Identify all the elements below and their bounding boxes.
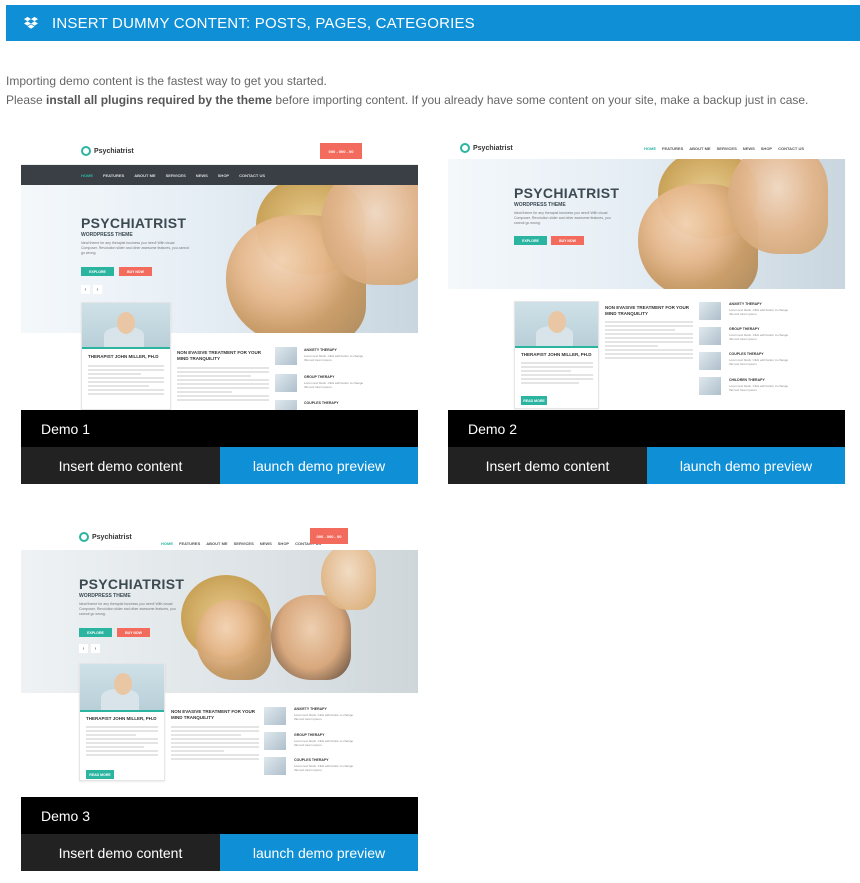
site-nav: HOME FEATURES ABOUT ME SERVICES NEWS SHO… [21, 165, 418, 185]
demo-screenshot-1[interactable]: Psychiatrist 000 - 000 - 00 HOME FEATURE… [21, 137, 418, 410]
insert-demo-1-button[interactable]: Insert demo content [21, 447, 220, 484]
intro-text: Importing demo content is the fastest wa… [6, 72, 808, 110]
intro-suffix: before importing content. If you already… [272, 93, 809, 107]
dropbox-icon [24, 16, 38, 29]
intro-bold: install all plugins required by the them… [46, 93, 273, 107]
demo-screenshot-2[interactable]: Psychiatrist HOME FEATURES ABOUT ME SERV… [448, 137, 845, 410]
intro-line-1: Importing demo content is the fastest wa… [6, 74, 327, 88]
intro-prefix: Please [6, 93, 47, 107]
demo-label-1: Demo 1 [21, 410, 418, 447]
site-profile-card: THERAPIST JOHN MILLER, PH.D READ MORE [514, 301, 599, 409]
site-logo: Psychiatrist [81, 146, 134, 156]
launch-preview-3-button[interactable]: launch demo preview [220, 834, 418, 871]
site-logo: Psychiatrist [79, 532, 132, 542]
site-profile-card: THERAPIST JOHN MILLER, PH.D READ MORE [79, 663, 165, 781]
launch-preview-2-button[interactable]: launch demo preview [647, 447, 845, 484]
site-nav: HOME FEATURES ABOUT ME SERVICES NEWS SHO… [161, 541, 322, 546]
demo-screenshot-3[interactable]: Psychiatrist HOME FEATURES ABOUT ME SERV… [21, 524, 418, 797]
site-logo: Psychiatrist [460, 143, 513, 153]
demo-card-1: Psychiatrist 000 - 000 - 00 HOME FEATURE… [21, 137, 418, 484]
site-hero: PSYCHIATRIST WORDPRESS THEME Ideal theme… [448, 159, 845, 289]
intro-line-2: Please install all plugins required by t… [6, 91, 808, 110]
site-phone-box: 000 - 000 - 00 [310, 528, 348, 544]
site-nav: HOME FEATURES ABOUT ME SERVICES NEWS SHO… [644, 146, 805, 151]
demo-label-3: Demo 3 [21, 797, 418, 834]
demo-card-3: Psychiatrist HOME FEATURES ABOUT ME SERV… [21, 524, 418, 871]
demo-label-2: Demo 2 [448, 410, 845, 447]
demo-card-2: Psychiatrist HOME FEATURES ABOUT ME SERV… [448, 137, 845, 484]
site-phone-box: 000 - 000 - 00 [320, 143, 362, 159]
site-profile-card: THERAPIST JOHN MILLER, PH.D [81, 302, 171, 410]
insert-demo-2-button[interactable]: Insert demo content [448, 447, 647, 484]
section-header: INSERT DUMMY CONTENT: POSTS, PAGES, CATE… [6, 5, 860, 41]
insert-demo-3-button[interactable]: Insert demo content [21, 834, 220, 871]
section-title: INSERT DUMMY CONTENT: POSTS, PAGES, CATE… [52, 14, 475, 32]
launch-preview-1-button[interactable]: launch demo preview [220, 447, 418, 484]
